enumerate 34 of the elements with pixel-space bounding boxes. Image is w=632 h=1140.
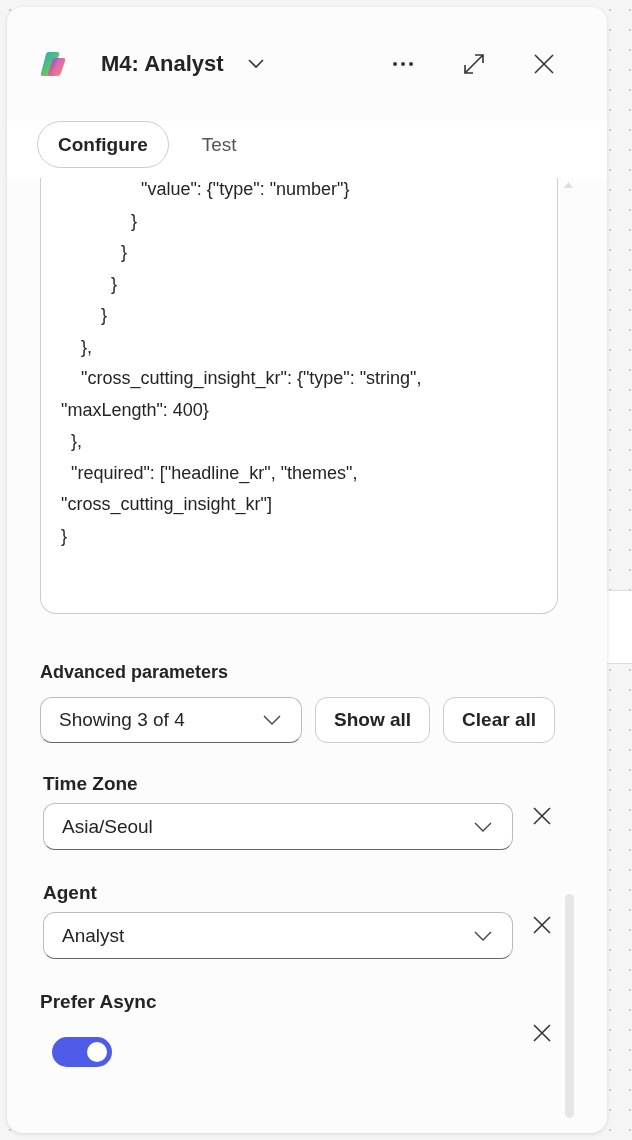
action-button[interactable]: Clear all [443,697,555,743]
parameter-dropdown[interactable]: Asia/Seoul [43,803,513,850]
parameter-label: Prefer Async [40,991,158,1013]
code-line: } [100,304,109,327]
more-options-icon[interactable] [392,61,414,67]
code-line: }, [80,335,94,359]
remove-icon[interactable] [533,916,551,934]
action-button[interactable]: Show all [315,697,431,743]
agent-title: M4: Analyst [101,51,224,77]
chevron-down-icon [474,821,492,832]
expand-icon[interactable] [464,54,484,74]
section-label: Advanced parameters [40,662,230,683]
chevron-down-icon [474,930,492,941]
code-line: } [120,241,129,264]
filter-dropdown[interactable]: Showing 3 of 4 [40,697,302,743]
code-line: }, [70,430,84,453]
tab[interactable]: Test [180,121,258,168]
code-line: } [61,524,68,548]
chevron-down-icon [263,715,281,725]
chevron-down-icon[interactable] [247,59,264,69]
code-line: "value": {"type": "number"} [140,178,351,201]
parameter-dropdown[interactable]: Analyst [43,912,513,959]
tab[interactable]: Configure [37,121,169,168]
code-line: "cross_cutting_insight_kr": {"type": "string", "maxLength": 400} [61,367,423,422]
code-line: } [110,272,119,296]
close-icon[interactable] [534,54,554,74]
code-line: "required": ["headline_kr", "themes", "cross_cutting_insight_kr"] [61,461,359,517]
remove-icon[interactable] [533,807,551,825]
parameter-label: Agent [43,882,98,904]
toggle-switch[interactable] [52,1037,112,1067]
schema-editor[interactable]: "value": {"type": "number"} } } } } }, "cross_cutting_insight_kr": {"type": "string", "maxLength": 400} }, "required": ["headline_kr", "themes", "cross_cutting_insight_kr"] } [40,178,558,614]
code-line: } [130,209,139,233]
remove-icon[interactable] [533,1024,551,1042]
parameter-label: Time Zone [43,773,139,795]
